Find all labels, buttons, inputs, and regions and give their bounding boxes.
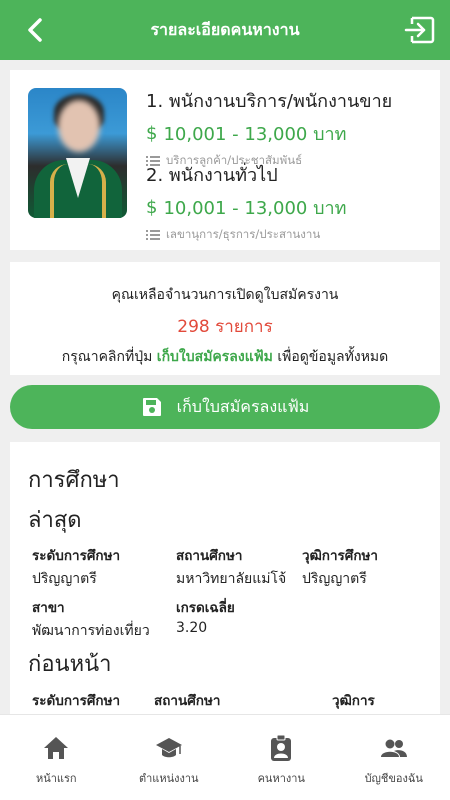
quota-count: 298 รายการ: [177, 317, 273, 337]
desired-job-2: 2. พนักงานทั่วไป $ 10,001 - 13,000 บาท เ…: [146, 160, 436, 244]
category-label: เลขานุการ/ธุรการ/ประสานงาน: [166, 227, 321, 241]
page-title: รายละเอียดคนหางาน: [150, 19, 300, 39]
save-application-link[interactable]: เก็บใบสมัครลงแฟ้ม: [157, 349, 273, 365]
previous-level-label: ระดับการศึกษา: [32, 693, 121, 709]
view-quota-card: คุณเหลือจำนวนการเปิดดูใบสมัครงาน 298 ราย…: [10, 262, 440, 375]
home-icon: [44, 737, 69, 759]
salary: $ 10,001 - 13,000 บาท: [146, 119, 436, 148]
quota-message: คุณเหลือจำนวนการเปิดดูใบสมัครงาน: [111, 287, 339, 303]
logout-icon: [404, 16, 435, 44]
salary-range: 10,001 - 13,000 บาท: [163, 124, 347, 145]
major-label: สาขา: [32, 600, 65, 616]
salary-range: 10,001 - 13,000 บาท: [163, 198, 347, 219]
id-badge-icon: [271, 735, 292, 761]
nav-item-job-seekers[interactable]: คนหางาน: [225, 715, 338, 800]
school-value: มหาวิทยาลัยแม่โจ้: [176, 571, 287, 587]
nav-label: บัญชีของฉัน: [364, 772, 423, 785]
education-card: การศึกษา ล่าสุด ระดับการศึกษา สถานศึกษา …: [10, 442, 440, 720]
level-label: ระดับการศึกษา: [32, 548, 121, 564]
instruction-text: กรุณาคลิกที่ปุ่ม: [61, 349, 157, 365]
education-title: การศึกษา: [28, 468, 120, 493]
profile-photo: [28, 88, 127, 218]
degree-value: ปริญญาตรี: [302, 571, 367, 587]
previous-degree-label: วุฒิการ: [332, 693, 375, 709]
nav-item-jobs[interactable]: ตำแหน่งงาน: [113, 715, 226, 800]
job-category: เลขานุการ/ธุรการ/ประสานงาน: [146, 226, 436, 244]
desired-job-1: 1. พนักงานบริการ/พนักงานขาย $ 10,001 - 1…: [146, 86, 436, 170]
gpa-label: เกรดเฉลี่ย: [176, 600, 235, 616]
dollar-icon: $: [146, 197, 158, 218]
salary: $ 10,001 - 13,000 บาท: [146, 193, 436, 222]
nav-item-my-account[interactable]: บัญชีของฉัน: [338, 715, 450, 800]
previous-school-label: สถานศึกษา: [154, 693, 221, 709]
back-button[interactable]: [20, 14, 50, 46]
graduation-cap-icon: [155, 738, 182, 758]
gpa-value: 3.20: [176, 620, 208, 636]
degree-label: วุฒิการศึกษา: [302, 548, 379, 564]
quota-instruction: กรุณาคลิกที่ปุ่ม เก็บใบสมัครลงแฟ้ม เพื่อ…: [10, 346, 440, 368]
chevron-left-icon: [28, 18, 42, 42]
school-label: สถานศึกษา: [176, 548, 243, 564]
nav-label: คนหางาน: [257, 772, 305, 785]
dollar-icon: $: [146, 123, 158, 144]
floppy-disk-icon: [142, 398, 161, 416]
save-button-label: เก็บใบสมัครลงแฟ้ม: [176, 396, 310, 416]
logout-button[interactable]: [404, 15, 436, 45]
level-value: ปริญญาตรี: [32, 571, 97, 587]
latest-education-heading: ล่าสุด: [28, 508, 82, 533]
list-icon: [146, 230, 160, 240]
profile-card: 1. พนักงานบริการ/พนักงานขาย $ 10,001 - 1…: [10, 70, 440, 250]
previous-education-heading: ก่อนหน้า: [28, 652, 112, 677]
nav-label: หน้าแรก: [35, 772, 77, 785]
nav-item-home[interactable]: หน้าแรก: [0, 715, 113, 800]
bottom-nav: หน้าแรก ตำแหน่งงาน คนหางาน บัญชีของฉัน: [0, 714, 450, 800]
job-title: 1. พนักงานบริการ/พนักงานขาย: [146, 91, 393, 112]
major-value: พัฒนาการท่องเที่ยว: [32, 623, 150, 639]
job-title: 2. พนักงานทั่วไป: [146, 165, 278, 186]
instruction-text-end: เพื่อดูข้อมูลทั้งหมด: [272, 349, 389, 365]
nav-label: ตำแหน่งงาน: [138, 772, 199, 785]
top-bar: รายละเอียดคนหางาน: [0, 0, 450, 60]
save-application-button[interactable]: เก็บใบสมัครลงแฟ้ม: [10, 385, 440, 429]
users-icon: [380, 739, 407, 757]
